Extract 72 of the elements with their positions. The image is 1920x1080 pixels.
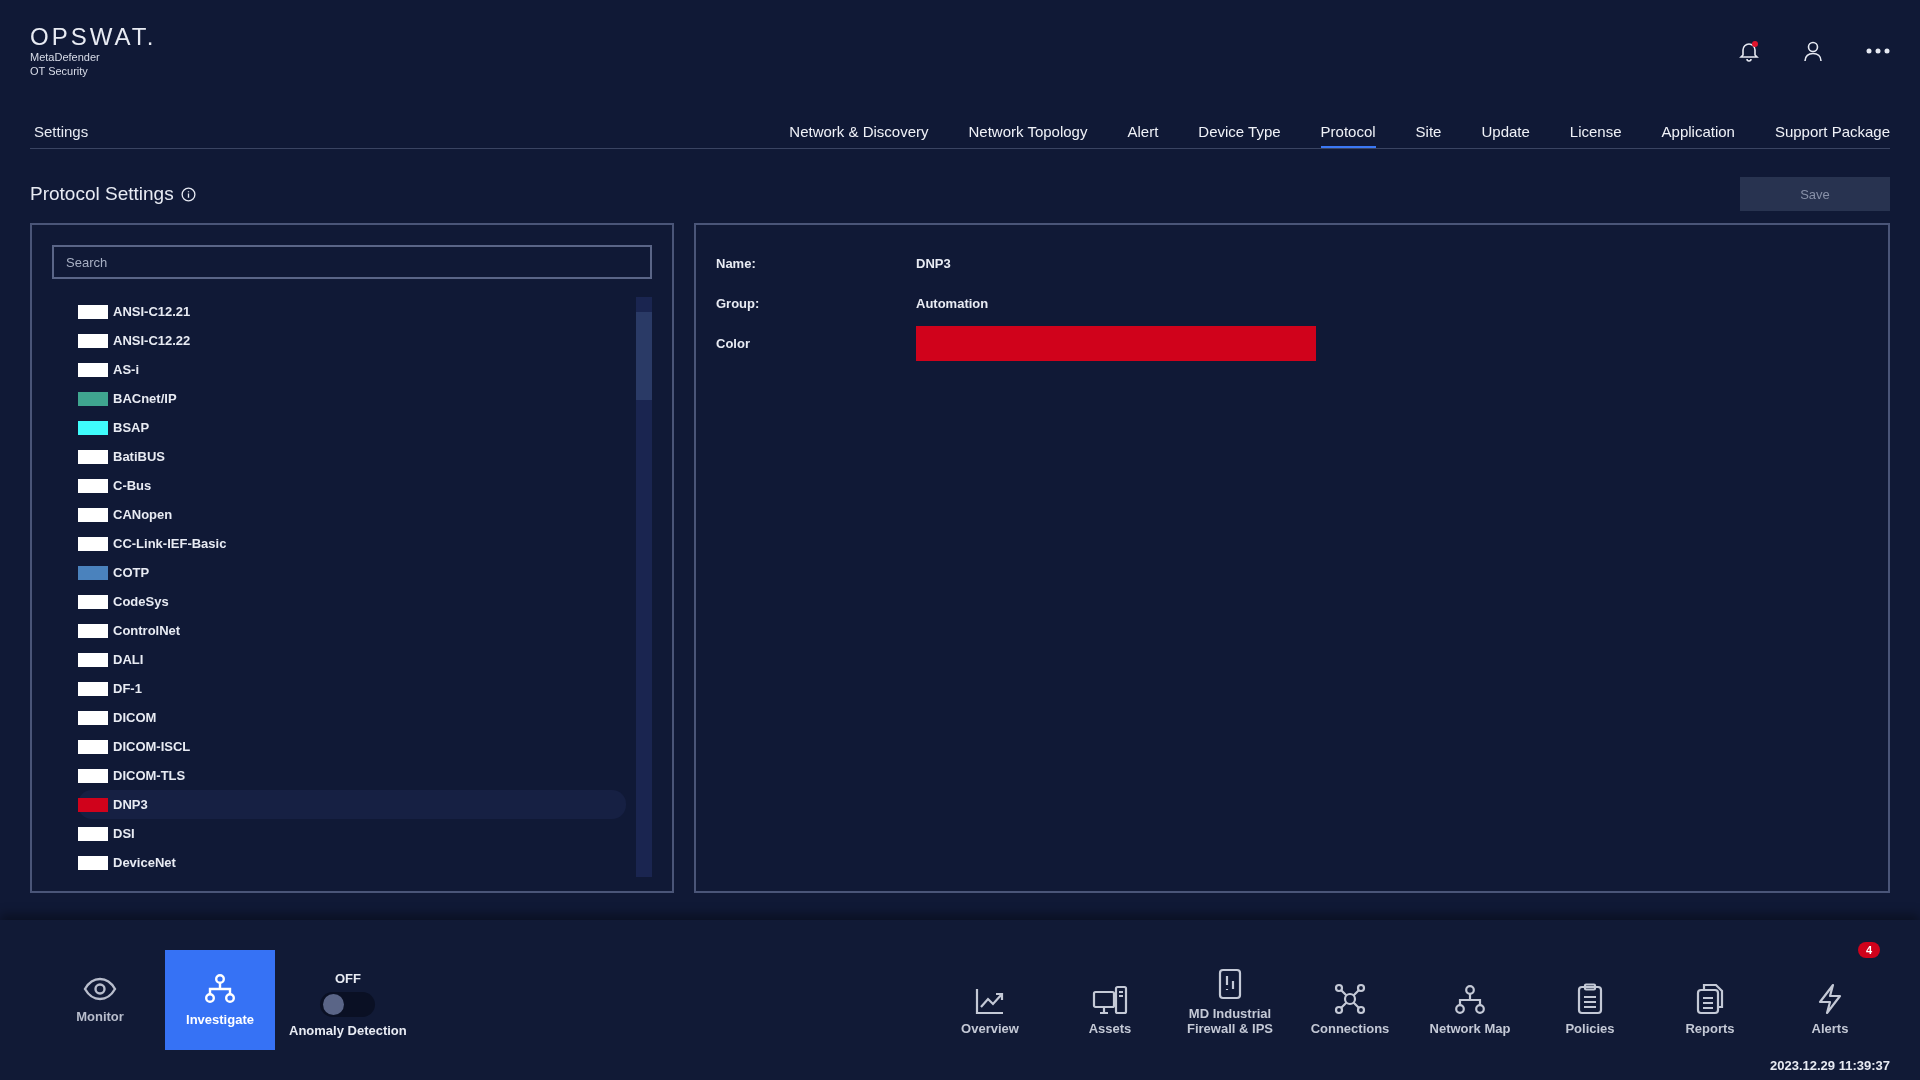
lightning-icon	[1817, 983, 1843, 1015]
protocol-item[interactable]: CodeSys	[78, 587, 626, 616]
settings-tab[interactable]: Protocol	[1320, 123, 1376, 148]
protocol-item[interactable]: DICOM-ISCL	[78, 732, 626, 761]
nav-button[interactable]: Policies	[1530, 940, 1650, 1036]
clipboard-icon	[1577, 983, 1603, 1015]
protocol-item[interactable]: DICOM	[78, 703, 626, 732]
protocol-item[interactable]: CANopen	[78, 500, 626, 529]
timestamp: 2023.12.29 11:39:37	[1770, 1058, 1890, 1073]
protocol-item[interactable]: DSI	[78, 819, 626, 848]
toggle-label: Anomaly Detection	[289, 1022, 407, 1038]
eye-icon	[83, 976, 117, 1001]
protocol-item[interactable]: DICOM-TLS	[78, 761, 626, 790]
nav-button[interactable]: Assets	[1050, 940, 1170, 1036]
settings-tab[interactable]: Application	[1661, 123, 1735, 148]
settings-tab[interactable]: License	[1569, 123, 1622, 148]
settings-tab[interactable]: Device Type	[1198, 123, 1281, 148]
protocol-item[interactable]: ControlNet	[78, 616, 626, 645]
computer-icon	[1092, 985, 1128, 1015]
settings-tab[interactable]: Update	[1481, 123, 1530, 148]
scrollbar[interactable]	[636, 297, 652, 877]
nav-button[interactable]: Overview	[930, 940, 1050, 1036]
hierarchy-icon	[204, 973, 236, 1004]
hierarchy-icon	[1454, 985, 1486, 1015]
settings-tab[interactable]: Network & Discovery	[789, 123, 929, 148]
field-label: Color	[716, 335, 751, 351]
settings-tab[interactable]: Alert	[1127, 123, 1159, 148]
protocol-item[interactable]: BatiBUS	[78, 442, 626, 471]
field-label: Group:	[716, 295, 761, 311]
protocol-item[interactable]: ANSI-C12.21	[78, 297, 626, 326]
product-name: MetaDefender	[30, 50, 101, 64]
alert-count-badge: 4	[1857, 942, 1880, 958]
settings-tab[interactable]: Site	[1415, 123, 1442, 148]
protocol-item[interactable]: DeviceNet	[78, 848, 626, 877]
firewall-device-icon	[1218, 968, 1242, 1000]
more-icon[interactable]	[1866, 48, 1890, 54]
mode-button[interactable]: Investigate	[165, 950, 275, 1050]
protocol-item[interactable]: DALI	[78, 645, 626, 674]
protocol-item[interactable]: CC-Link-IEF-Basic	[78, 529, 626, 558]
color-bar[interactable]	[916, 325, 1316, 361]
nav-button[interactable]: Network Map	[1410, 940, 1530, 1036]
protocol-item[interactable]: BSAP	[78, 413, 626, 442]
bell-icon[interactable]	[1738, 40, 1760, 62]
protocol-item[interactable]: ANSI-C12.22	[78, 326, 626, 355]
protocol-item[interactable]: BACnet/IP	[78, 384, 626, 413]
nav-button[interactable]: Connections	[1290, 940, 1410, 1036]
protocol-item[interactable]: C-Bus	[78, 471, 626, 500]
documents-icon	[1696, 983, 1724, 1015]
field-value: Automation	[916, 295, 989, 311]
logo: OPSWAT.	[30, 24, 157, 50]
product-name: OT Security	[30, 64, 89, 78]
protocol-item[interactable]: DNP3	[78, 790, 626, 819]
protocol-item[interactable]: DF-1	[78, 674, 626, 703]
network-nodes-icon	[1334, 983, 1366, 1015]
toggle-state: OFF	[334, 970, 361, 986]
settings-tab[interactable]: Network Topology	[968, 123, 1088, 148]
info-icon[interactable]	[180, 186, 196, 202]
page-title: Protocol Settings	[30, 183, 174, 205]
nav-button[interactable]: Alerts 4	[1770, 940, 1890, 1036]
search-field[interactable]: Search	[52, 245, 652, 279]
nav-button[interactable]: MD Industrial Firewall & IPS	[1170, 940, 1290, 1036]
protocol-item[interactable]: AS-i	[78, 355, 626, 384]
protocol-item[interactable]: COTP	[78, 558, 626, 587]
user-icon[interactable]	[1802, 40, 1824, 62]
nav-button[interactable]: Reports	[1650, 940, 1770, 1036]
settings-tab[interactable]: Support Package	[1774, 123, 1890, 148]
field-value: DNP3	[916, 255, 951, 271]
anomaly-toggle[interactable]	[320, 991, 376, 1017]
settings-title: Settings	[33, 123, 90, 142]
field-label: Name:	[716, 255, 757, 271]
mode-button[interactable]: Monitor	[45, 950, 155, 1050]
line-chart-icon	[975, 987, 1005, 1015]
